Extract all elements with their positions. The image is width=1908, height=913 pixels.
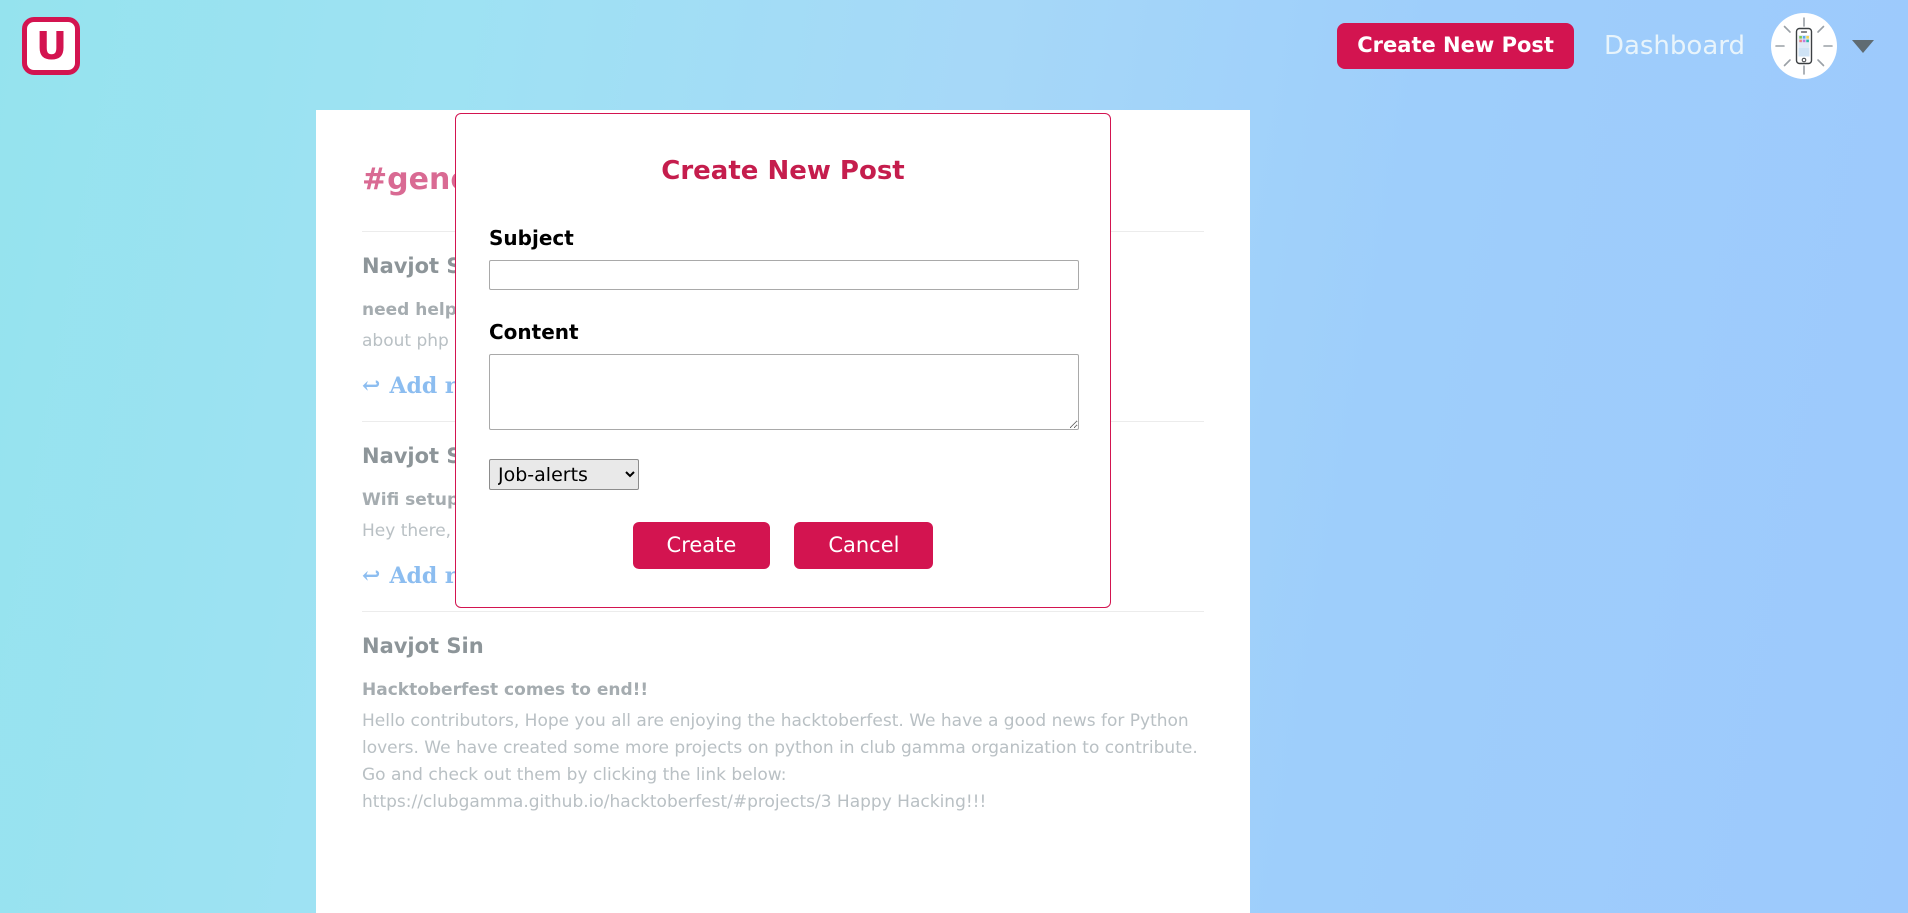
post-item: Navjot Sin Hacktoberfest comes to end!! …	[362, 611, 1204, 848]
app-logo[interactable]: U	[22, 17, 80, 75]
logo-letter: U	[36, 24, 67, 68]
chevron-down-icon[interactable]	[1852, 39, 1874, 53]
modal-title: Create New Post	[661, 156, 905, 186]
avatar[interactable]	[1771, 13, 1837, 79]
create-post-modal: Create New Post Subject Content Job-aler…	[455, 113, 1111, 608]
subject-label: Subject	[489, 226, 574, 250]
field-gap	[489, 290, 1077, 320]
create-button[interactable]: Create	[632, 522, 771, 569]
post-subject: Hacktoberfest comes to end!!	[362, 680, 649, 700]
reply-arrow-icon: ↩	[362, 373, 381, 399]
channel-select[interactable]: Job-alerts	[489, 459, 639, 490]
modal-actions: Create Cancel	[489, 522, 1077, 569]
content-textarea[interactable]	[489, 354, 1079, 430]
nav-link-dashboard[interactable]: Dashboard	[1604, 31, 1745, 61]
channel-select-row: Job-alerts	[489, 459, 1077, 490]
cancel-button[interactable]: Cancel	[794, 522, 934, 569]
subject-input[interactable]	[489, 260, 1079, 290]
top-navigation-bar: U Create New Post Dashboard	[0, 0, 1908, 92]
create-new-post-button[interactable]: Create New Post	[1337, 23, 1574, 69]
smartphone-icon	[1775, 17, 1833, 75]
post-author: Navjot Sin	[362, 634, 484, 658]
content-label: Content	[489, 320, 579, 344]
post-body: Hello contributors, Hope you all are enj…	[362, 711, 1198, 812]
reply-arrow-icon: ↩	[362, 563, 381, 589]
